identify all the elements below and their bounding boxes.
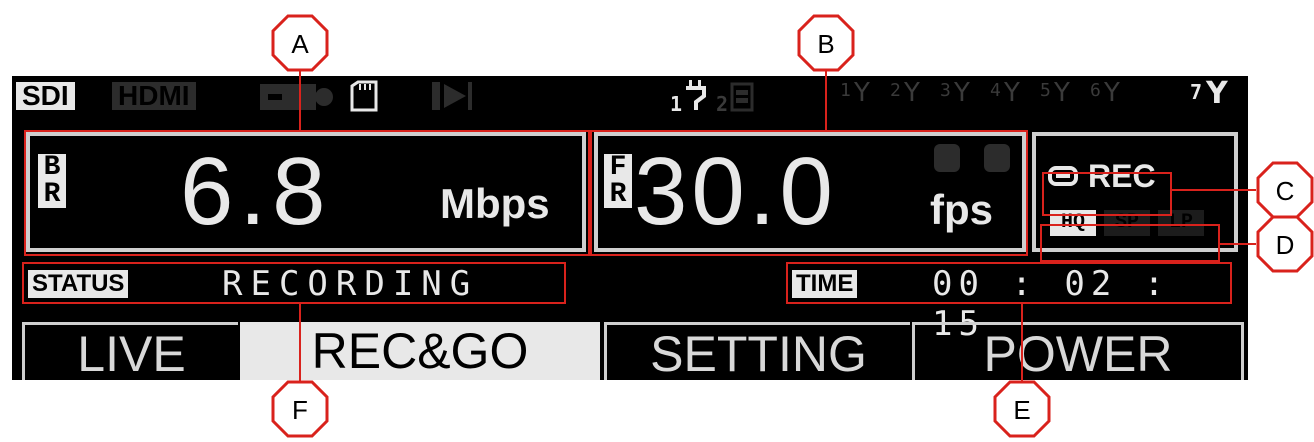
callout-marker-e: E bbox=[993, 380, 1051, 438]
callout-letter-e: E bbox=[1013, 395, 1030, 425]
callout-letter-c: C bbox=[1276, 176, 1295, 206]
callout-marker-d: D bbox=[1256, 215, 1314, 273]
callout-letter-d: D bbox=[1276, 230, 1295, 260]
callout-marker-c: C bbox=[1256, 161, 1314, 219]
callout-letter-a: A bbox=[291, 29, 309, 59]
callout-marker-b: B bbox=[797, 14, 855, 72]
callout-letter-f: F bbox=[292, 395, 308, 425]
callout-marker-a: A bbox=[271, 14, 329, 72]
callout-lines bbox=[299, 70, 1256, 384]
callout-marker-f: F bbox=[271, 380, 329, 438]
callout-letter-b: B bbox=[817, 29, 834, 59]
